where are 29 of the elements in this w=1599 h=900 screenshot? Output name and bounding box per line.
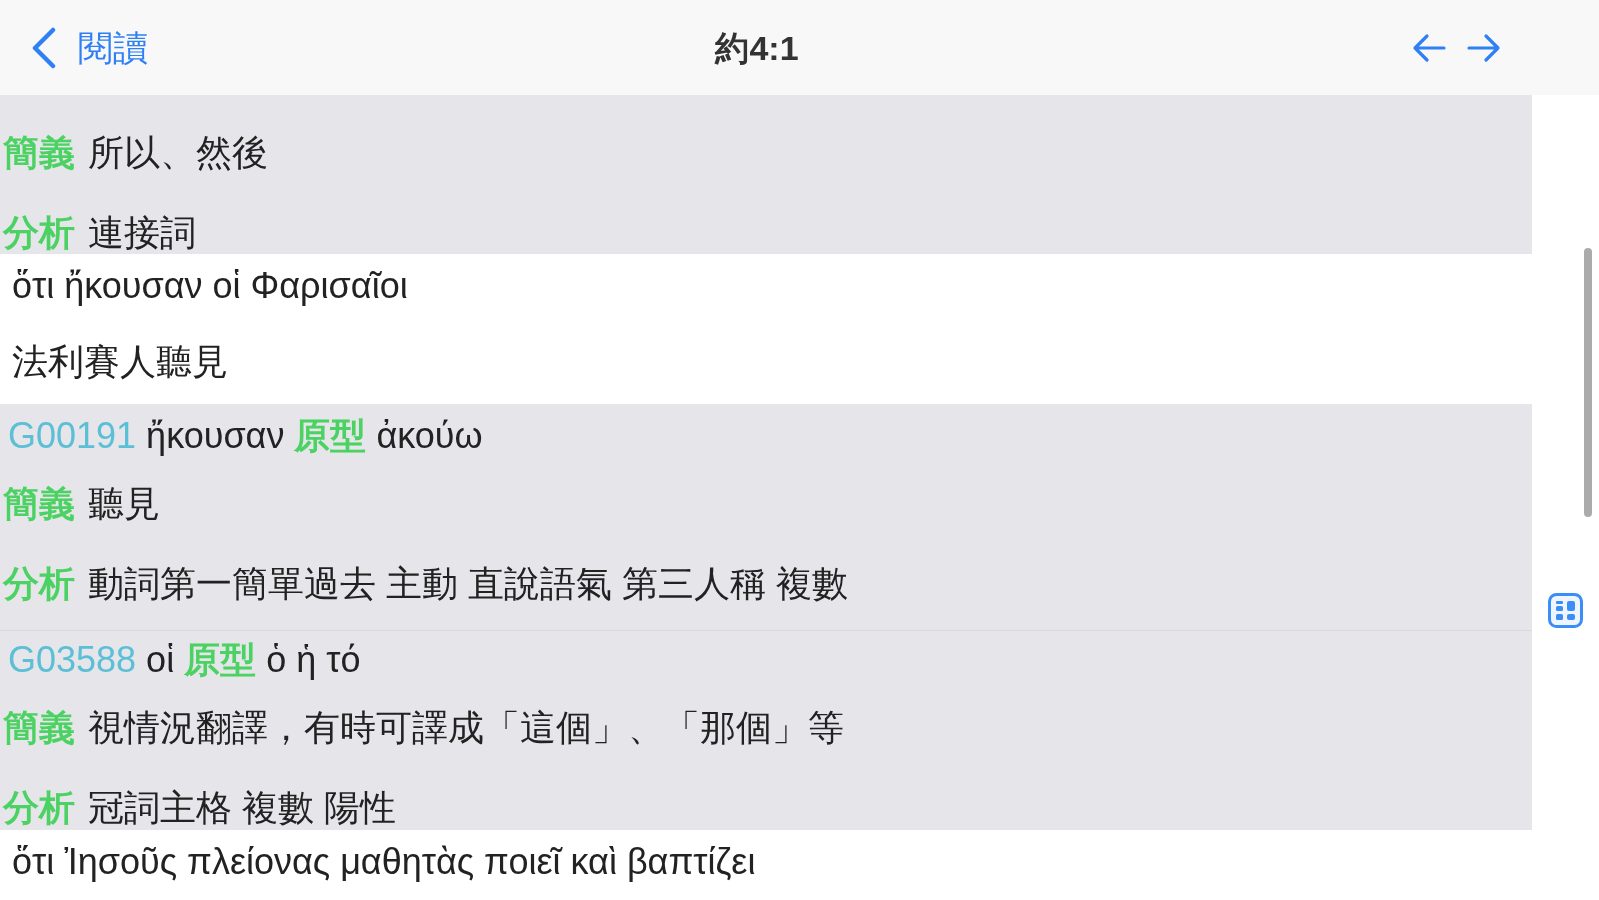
gloss-label: 簡義: [3, 484, 75, 524]
parsing-text: 連接詞: [88, 213, 196, 253]
grid-icon[interactable]: [1548, 593, 1583, 628]
chevron-left-icon: [31, 26, 56, 69]
lemma-label: 原型: [294, 416, 367, 456]
gloss-label: 簡義: [3, 133, 75, 173]
arrow-right-icon[interactable]: [1467, 32, 1501, 63]
parsing-label: 分析: [3, 788, 75, 828]
parsing-text: 動詞第一簡單過去 主動 直說語氣 第三人稱 複數: [88, 564, 848, 604]
lemma-word: ὁ ἡ τό: [266, 640, 361, 680]
lemma-label: 原型: [184, 640, 257, 680]
strong-number-link[interactable]: G03588: [8, 640, 137, 680]
parsing-label: 分析: [3, 564, 75, 604]
gloss-label: 簡義: [3, 708, 75, 748]
arrow-left-icon[interactable]: [1412, 32, 1446, 63]
gloss-text: 所以、然後: [88, 133, 268, 173]
strong-number-link[interactable]: G00191: [8, 416, 137, 456]
parsing-label: 分析: [3, 213, 75, 253]
chinese-translation-text: 法利賽人聽見: [12, 342, 228, 382]
greek-word: ἤκουσαν: [146, 416, 285, 456]
gloss-text: 視情況翻譯，有時可譯成「這個」、「那個」等: [88, 708, 844, 748]
back-button[interactable]: 閱讀: [31, 25, 148, 70]
parsing-text: 冠詞主格 複數 陽性: [88, 788, 396, 828]
page-title: 約4:1: [715, 27, 799, 69]
greek-verse-text: ὅτι ἤκουσαν οἱ Φαρισαῖοι: [12, 266, 408, 306]
gloss-text: 聽見: [88, 484, 160, 524]
greek-word: οἱ: [146, 640, 175, 680]
greek-verse-text: ὅτι Ἰησοῦς πλείονας μαθητὰς ποιεῖ καὶ βαπτίζει: [12, 842, 756, 882]
lemma-word: ἀκούω: [376, 416, 483, 456]
